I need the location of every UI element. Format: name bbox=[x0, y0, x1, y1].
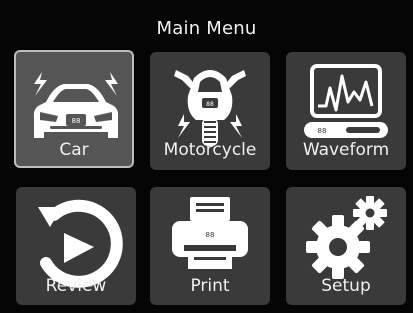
svg-text:88: 88 bbox=[206, 101, 214, 108]
menu-tile-label: Car bbox=[59, 140, 89, 160]
menu-tile-label: Setup bbox=[321, 276, 371, 296]
menu-tile-car[interactable]: 88 Car bbox=[14, 50, 134, 168]
menu-tile-label: Review bbox=[45, 276, 107, 296]
menu-tile-waveform[interactable]: 88 Waveform bbox=[286, 52, 406, 170]
svg-text:88: 88 bbox=[206, 231, 215, 239]
menu-tile-label: Waveform bbox=[302, 140, 390, 160]
menu-tile-motorcycle[interactable]: 88 Motorcycle bbox=[150, 52, 270, 170]
menu-tile-label: Print bbox=[190, 276, 230, 296]
page-title: Main Menu bbox=[156, 18, 257, 39]
svg-text:88: 88 bbox=[318, 127, 327, 135]
menu-tile-review[interactable]: Review bbox=[16, 187, 136, 305]
svg-text:88: 88 bbox=[72, 117, 81, 125]
menu-tile-label: Motorcycle bbox=[163, 140, 257, 160]
main-menu-screen: Main Menu 88 Car 88 Motorcycle 88 Wavefo… bbox=[0, 0, 413, 313]
menu-tile-setup[interactable]: Setup bbox=[286, 187, 406, 305]
menu-tile-print[interactable]: 88 Print bbox=[150, 187, 270, 305]
